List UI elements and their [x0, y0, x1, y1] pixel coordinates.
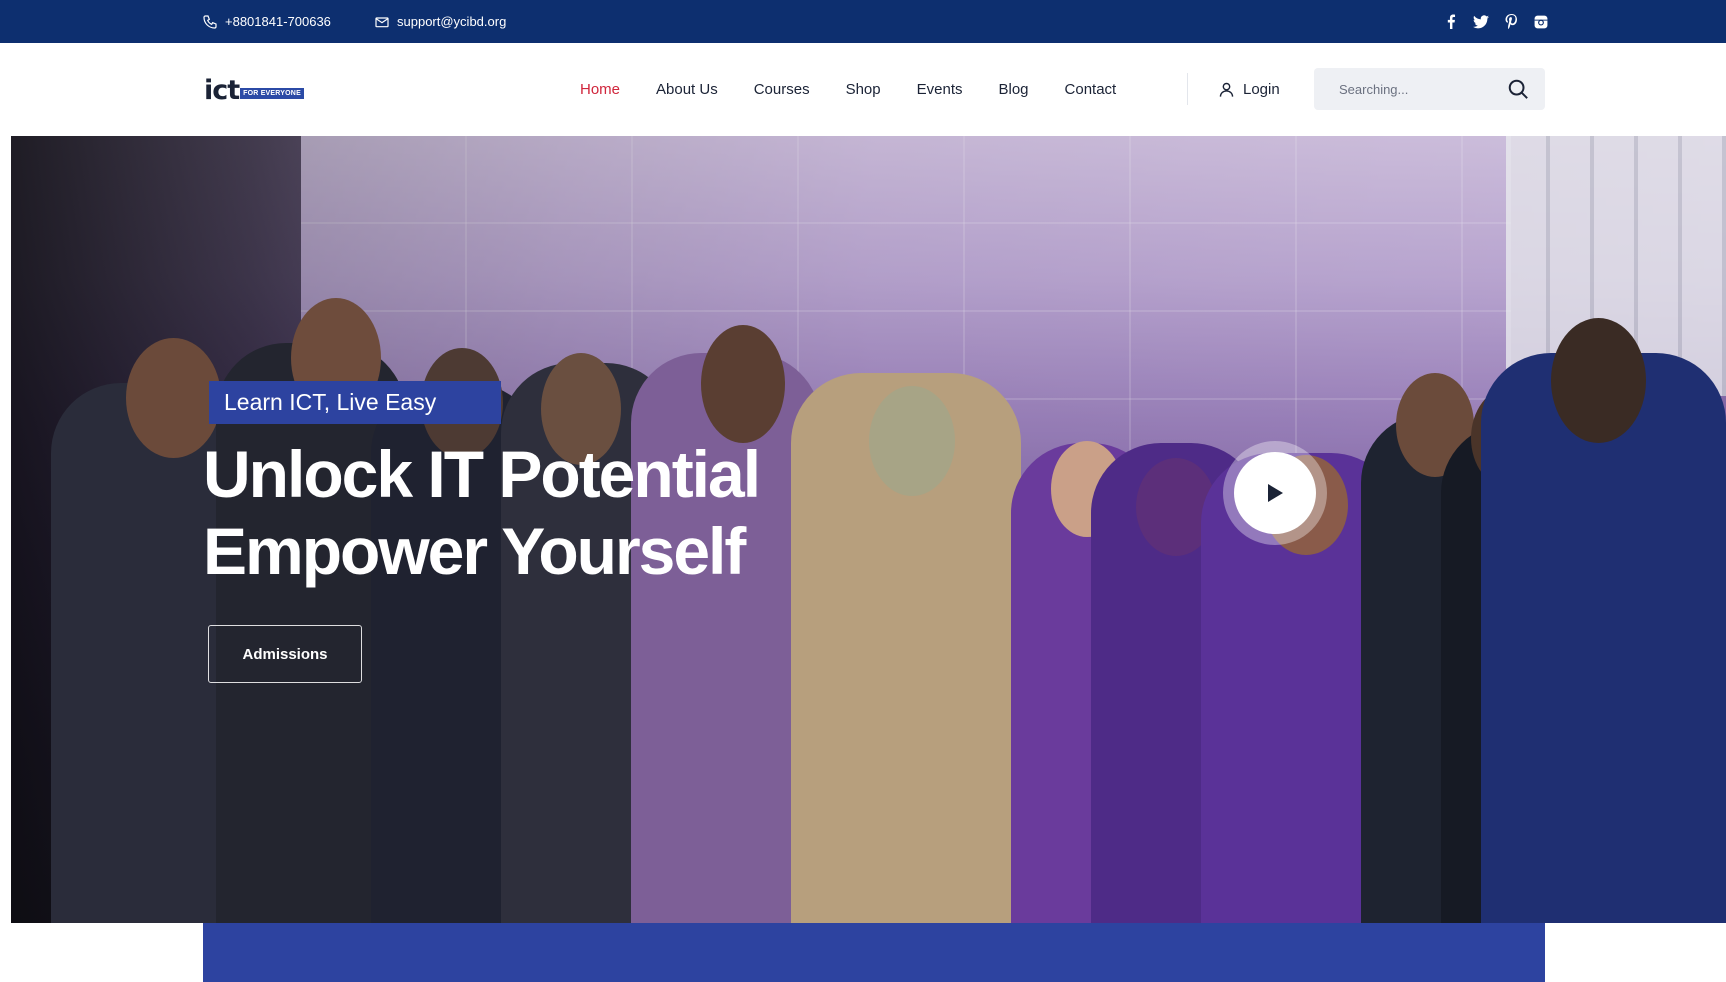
site-header: ict FOR EVERYONE Home About Us Courses S… — [0, 43, 1726, 136]
nav-contact[interactable]: Contact — [1065, 81, 1117, 98]
phone-icon — [203, 14, 217, 29]
site-logo[interactable]: ict FOR EVERYONE — [204, 77, 304, 104]
play-icon — [1268, 484, 1283, 502]
hero-headline-line-1: Unlock IT Potential — [203, 437, 761, 511]
login-label: Login — [1243, 81, 1280, 98]
nav-about-us[interactable]: About Us — [656, 81, 718, 98]
login-button[interactable]: Login — [1218, 43, 1280, 136]
nav-events[interactable]: Events — [917, 81, 963, 98]
search-box — [1314, 68, 1545, 110]
instagram-icon[interactable] — [1533, 14, 1549, 30]
email-address: support@ycibd.org — [397, 14, 507, 29]
nav-shop[interactable]: Shop — [846, 81, 881, 98]
user-icon — [1219, 82, 1234, 97]
header-divider — [1187, 73, 1188, 105]
twitter-icon[interactable] — [1473, 14, 1489, 30]
social-links — [1443, 0, 1549, 43]
hero-headline-line-2: Empower Yourself — [203, 514, 746, 588]
main-nav: Home About Us Courses Shop Events Blog C… — [580, 43, 1116, 136]
play-button-inner — [1234, 452, 1316, 534]
hero-banner: Learn ICT, Live Easy Unlock IT Potential… — [11, 136, 1726, 923]
nav-home[interactable]: Home — [580, 81, 620, 98]
phone-contact[interactable]: +8801841-700636 — [202, 0, 331, 43]
nav-blog[interactable]: Blog — [998, 81, 1028, 98]
hero-headline: Unlock IT Potential Empower Yourself — [203, 436, 761, 590]
pinterest-icon[interactable] — [1503, 14, 1519, 30]
admissions-button[interactable]: Admissions — [208, 625, 362, 683]
search-icon[interactable] — [1507, 78, 1529, 100]
hero-tagline: Learn ICT, Live Easy — [209, 381, 501, 424]
top-bar: +8801841-700636 support@ycibd.org — [0, 0, 1726, 43]
search-input[interactable] — [1314, 68, 1504, 110]
logo-tagline: FOR EVERYONE — [240, 88, 304, 99]
feature-strip — [203, 923, 1545, 982]
nav-courses[interactable]: Courses — [754, 81, 810, 98]
logo-wordmark: ict — [204, 75, 240, 106]
play-video-button[interactable] — [1223, 441, 1327, 545]
facebook-icon[interactable] — [1443, 14, 1459, 30]
envelope-icon — [375, 16, 389, 27]
email-contact[interactable]: support@ycibd.org — [374, 0, 506, 43]
phone-number: +8801841-700636 — [225, 14, 331, 29]
